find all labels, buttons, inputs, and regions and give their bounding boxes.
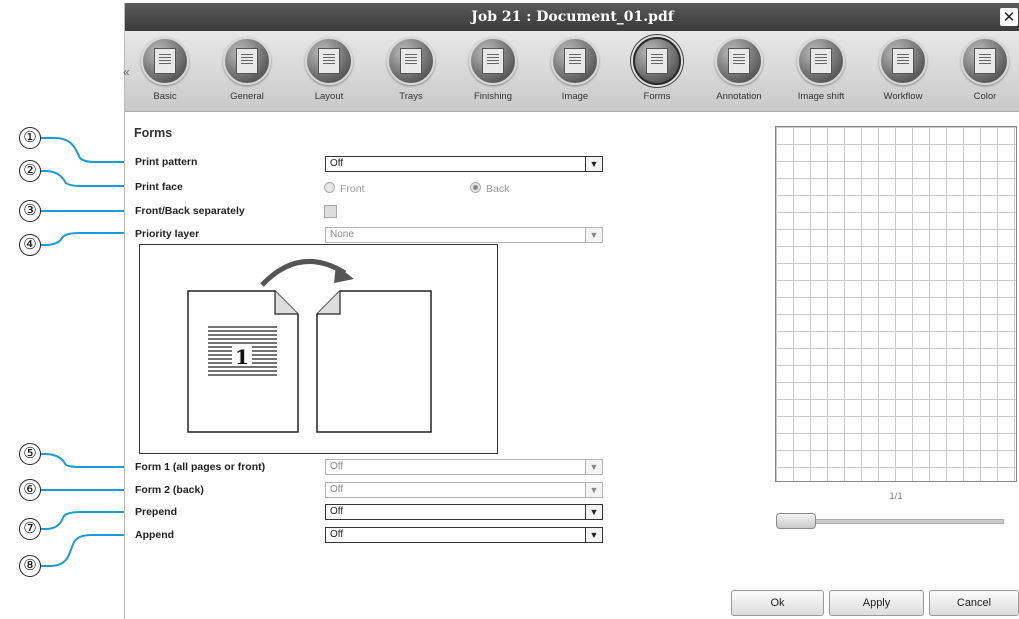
chevron-down-icon: ▼: [585, 483, 602, 497]
prepend-select[interactable]: Off ▼: [325, 504, 603, 520]
priority-layer-value: None: [330, 229, 354, 240]
chevron-down-icon: ▼: [585, 460, 602, 474]
page-overlay-diagram: 1: [187, 259, 432, 433]
callout-7: ⑦: [19, 518, 41, 540]
radio-label: Back: [486, 183, 510, 195]
print-pattern-select[interactable]: Off ▼: [325, 156, 603, 172]
append-select[interactable]: Off ▼: [325, 527, 603, 543]
radio-icon: [324, 182, 335, 193]
print-pattern-value: Off: [330, 158, 344, 169]
front-back-separately-label: Front/Back separately: [135, 205, 245, 217]
priority-layer-select[interactable]: None ▼: [325, 227, 603, 243]
curved-arrow: [260, 259, 347, 287]
ok-button[interactable]: Ok: [731, 590, 824, 616]
append-value: Off: [330, 529, 344, 540]
callout-line-8: [30, 534, 134, 567]
callout-1: ①: [19, 127, 41, 149]
arrow-head: [334, 265, 354, 283]
cancel-button[interactable]: Cancel: [929, 590, 1019, 616]
form1-value: Off: [330, 461, 344, 472]
print-pattern-label: Print pattern: [135, 156, 198, 168]
callout-line-7: [30, 511, 134, 530]
callout-5: ⑤: [19, 443, 41, 465]
page-number-label: 1: [235, 345, 249, 369]
form2-select[interactable]: Off ▼: [325, 482, 603, 498]
priority-layer-label: Priority layer: [135, 228, 200, 240]
radio-label: Front: [340, 183, 365, 195]
forms-illustration: 1: [139, 244, 498, 454]
callout-6: ⑥: [19, 479, 41, 501]
callout-line-2: [30, 170, 134, 187]
section-title: Forms: [134, 126, 173, 140]
callout-line-4: [30, 232, 134, 246]
print-face-front-radio[interactable]: Front: [324, 182, 365, 195]
callout-4: ④: [19, 234, 41, 256]
print-face-back-radio[interactable]: Back: [470, 182, 509, 195]
callout-8: ⑧: [19, 555, 41, 577]
callout-2: ②: [19, 160, 41, 182]
front-back-separately-checkbox[interactable]: [324, 205, 337, 218]
form2-label: Form 2 (back): [135, 484, 204, 496]
page-preview: [775, 126, 1017, 482]
chevron-down-icon: ▼: [585, 528, 602, 542]
prepend-value: Off: [330, 506, 344, 517]
apply-button[interactable]: Apply: [829, 590, 924, 616]
zoom-slider-thumb[interactable]: [776, 513, 816, 529]
page-indicator: 1/1: [889, 491, 903, 502]
prepend-label: Prepend: [135, 506, 178, 518]
callout-line-5: [30, 453, 134, 468]
zoom-slider-track[interactable]: [784, 519, 1004, 524]
form1-select[interactable]: Off ▼: [325, 459, 603, 475]
append-label: Append: [135, 529, 175, 541]
form1-label: Form 1 (all pages or front): [135, 461, 266, 473]
radio-selected-icon: [470, 182, 481, 193]
callout-line-1: [30, 137, 134, 163]
chevron-down-icon: ▼: [585, 157, 602, 171]
callout-3: ③: [19, 200, 41, 222]
chevron-down-icon: ▼: [585, 505, 602, 519]
print-face-label: Print face: [135, 181, 183, 193]
chevron-down-icon: ▼: [585, 228, 602, 242]
form2-value: Off: [330, 484, 344, 495]
forms-panel: Forms Print pattern Off ▼ Print face Fro…: [124, 0, 1019, 619]
